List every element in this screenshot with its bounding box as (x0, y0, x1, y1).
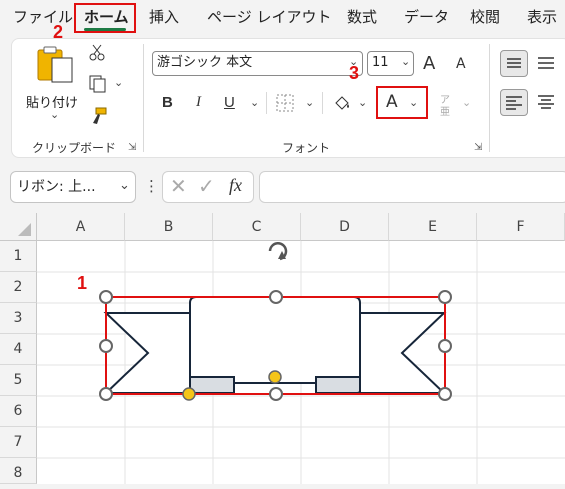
shrink-font-icon[interactable]: A (456, 56, 466, 72)
ribbon-shape[interactable] (0, 213, 565, 484)
cancel-icon[interactable]: ✕ (170, 174, 187, 198)
tab-view[interactable]: 表示 (527, 6, 557, 27)
font-size-dropdown-icon[interactable]: ⌄ (401, 55, 410, 68)
enter-icon[interactable]: ✓ (198, 174, 215, 198)
font-group-label: フォント (282, 141, 331, 155)
align-left-icon (506, 96, 522, 110)
home-tab-underline (84, 28, 126, 31)
bold-button[interactable]: B (162, 94, 173, 111)
step-2-marker: 2 (53, 22, 64, 42)
middle-align-icon[interactable] (535, 52, 557, 74)
more-options-icon[interactable]: ⋮ (144, 177, 159, 195)
rotate-handle-icon[interactable] (268, 242, 288, 261)
paste-icon[interactable] (36, 44, 76, 86)
name-box[interactable]: リボン: 上... (10, 171, 136, 203)
copy-dropdown-icon[interactable]: ⌄ (114, 76, 123, 89)
font-color-highlight (376, 86, 428, 119)
italic-button[interactable]: I (196, 94, 201, 111)
clipboard-launcher-icon[interactable]: ⇲ (128, 142, 136, 153)
step-3-marker: 3 (349, 63, 360, 83)
grow-font-icon[interactable]: A (423, 53, 435, 74)
fill-color-dropdown-icon[interactable]: ⌄ (358, 96, 367, 109)
font-separator (322, 92, 323, 114)
clipboard-group-label: クリップボード (32, 141, 117, 155)
top-align-button[interactable] (500, 50, 528, 77)
paste-dropdown-icon[interactable]: ⌄ (50, 108, 59, 121)
font-separator (266, 92, 267, 114)
top-align-icon (507, 58, 521, 68)
font-launcher-icon[interactable]: ⇲ (474, 142, 482, 153)
fill-color-icon[interactable] (332, 93, 352, 113)
border-dropdown-icon[interactable]: ⌄ (305, 96, 314, 109)
format-painter-icon[interactable] (88, 106, 108, 126)
border-icon[interactable] (275, 93, 295, 113)
font-name-select[interactable]: 游ゴシック 本文 (152, 51, 363, 76)
insert-function-button[interactable]: fx (229, 175, 242, 196)
formula-input[interactable] (259, 171, 565, 203)
underline-button[interactable]: U (224, 94, 235, 111)
ribbon-separator (143, 44, 144, 152)
tab-file[interactable]: ファイル (13, 6, 73, 27)
underline-dropdown-icon[interactable]: ⌄ (250, 96, 259, 109)
tab-page-layout[interactable]: ページ レイアウト (207, 6, 331, 27)
copy-icon[interactable] (88, 74, 108, 94)
font-color-dropdown-icon[interactable]: ⌄ (409, 96, 418, 109)
step-1-marker: 1 (77, 273, 88, 293)
tab-formulas[interactable]: 数式 (347, 6, 377, 27)
cut-icon[interactable] (88, 44, 106, 62)
align-center-icon[interactable] (535, 91, 557, 115)
name-box-dropdown-icon[interactable]: ⌄ (119, 178, 130, 193)
align-left-button[interactable] (500, 89, 528, 116)
tab-data[interactable]: データ (404, 6, 449, 27)
tab-insert[interactable]: 挿入 (149, 6, 179, 27)
phonetic-dropdown-icon[interactable]: ⌄ (462, 96, 471, 109)
phonetic-guide-sub: 亜 (440, 107, 450, 118)
tab-review[interactable]: 校閲 (470, 6, 500, 27)
ribbon-separator (489, 44, 490, 152)
font-color-button[interactable]: A (386, 92, 398, 112)
